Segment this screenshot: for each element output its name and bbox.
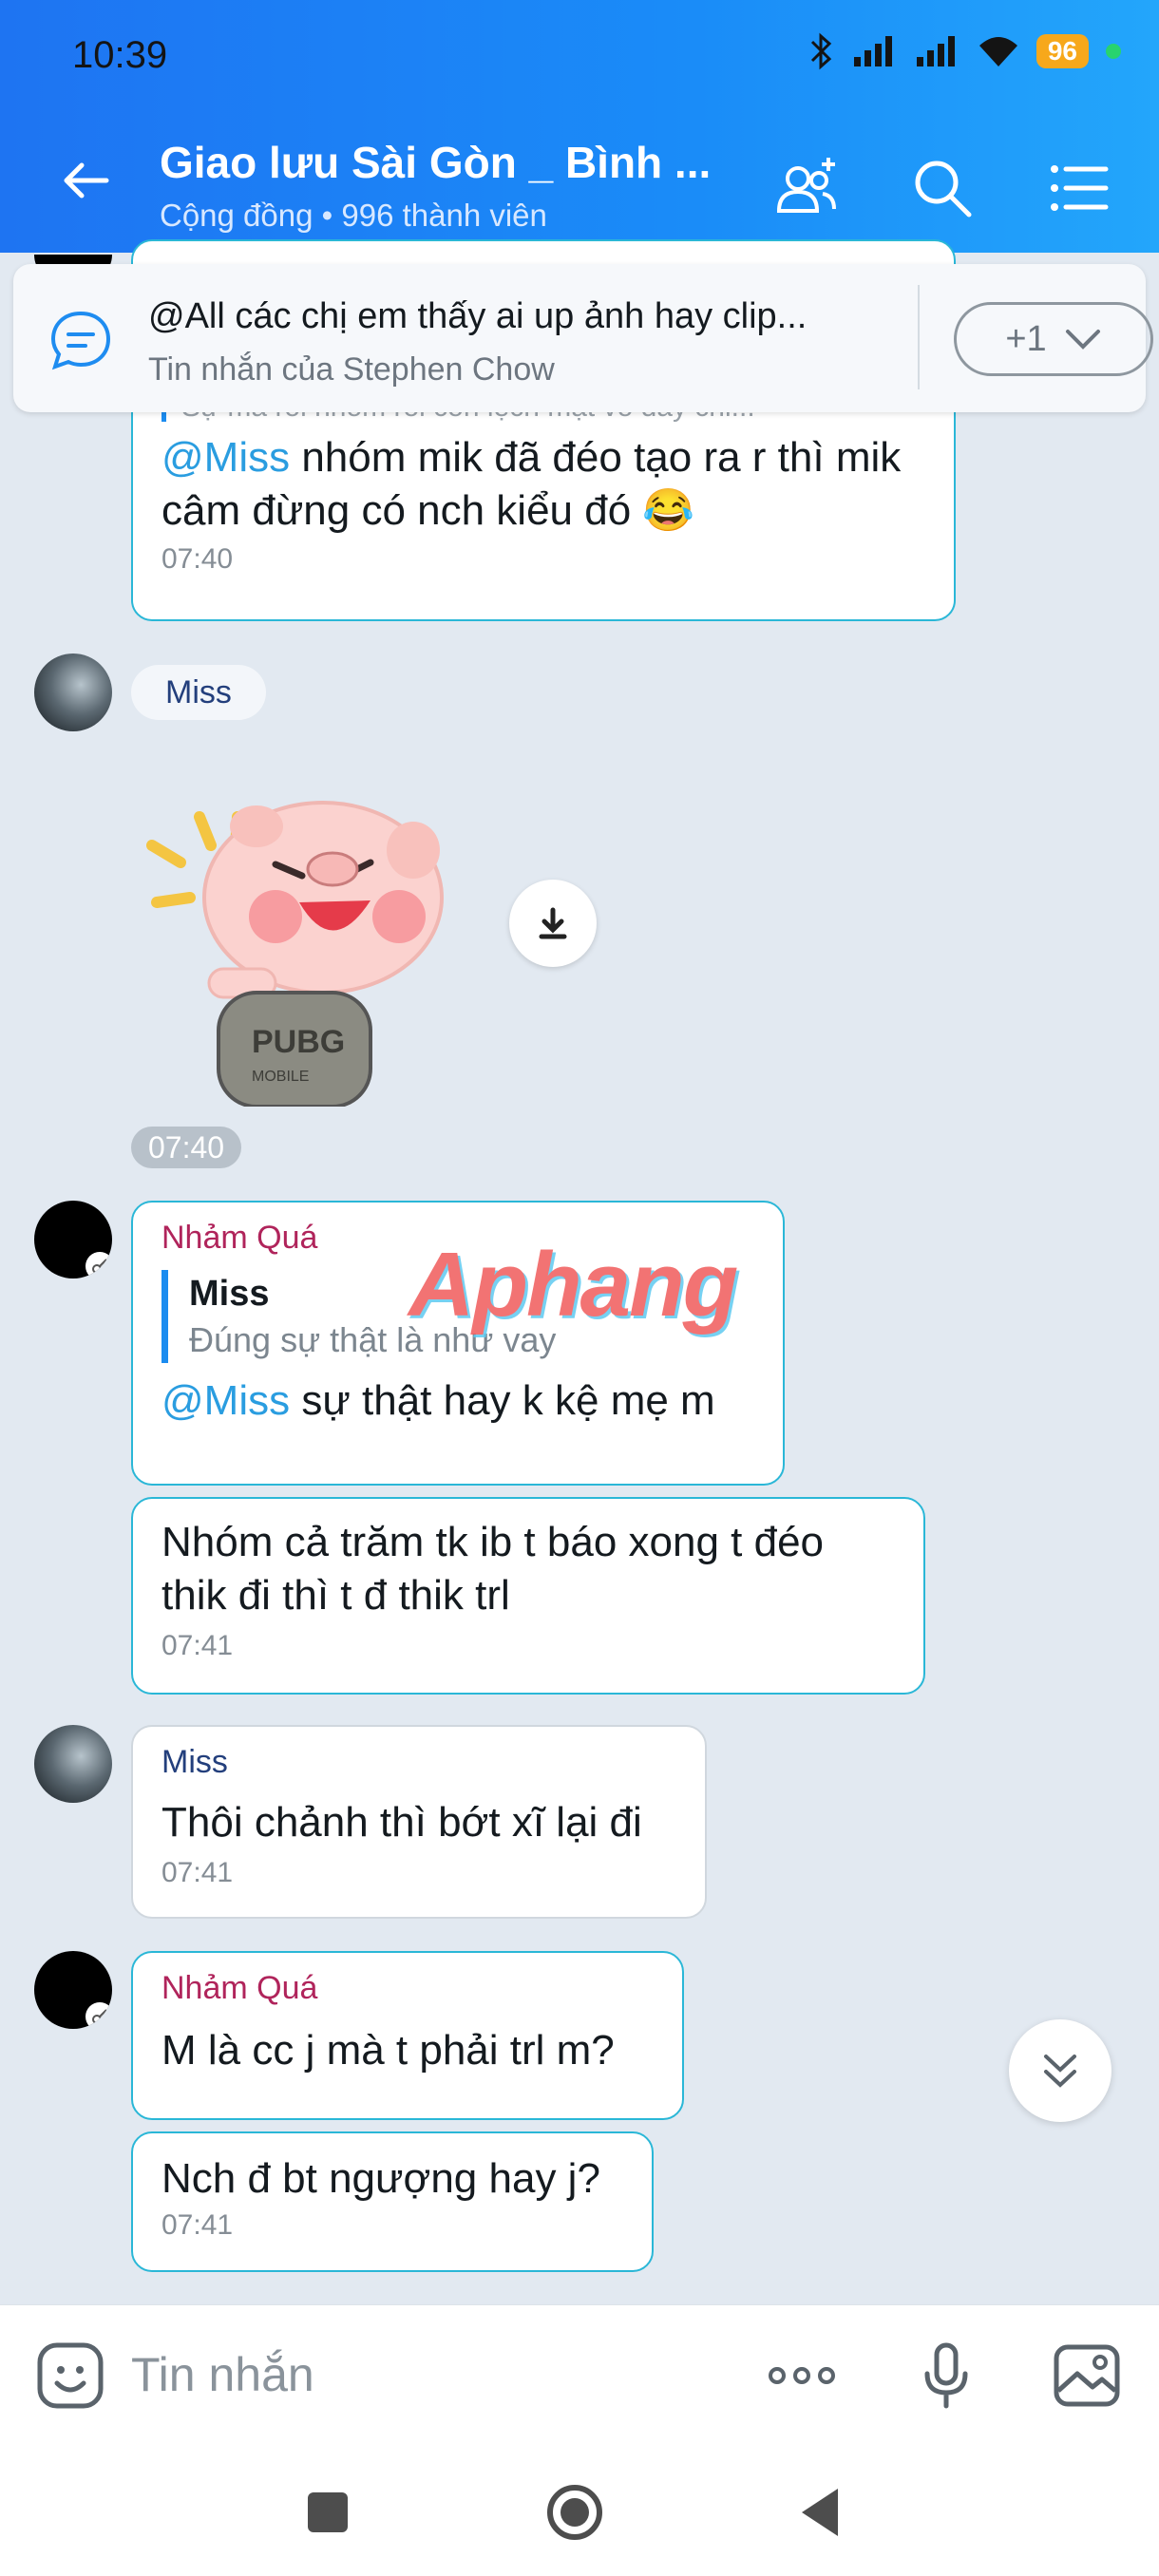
avatar-nham-qua[interactable] [34, 1951, 112, 2029]
double-chevron-down-icon [1044, 2055, 1076, 2088]
mention[interactable]: @Miss [162, 1377, 290, 1424]
group-subtitle: Cộng đồng • 996 thành viên [160, 198, 547, 233]
image-icon[interactable] [1051, 2339, 1123, 2412]
divider [918, 285, 920, 389]
more-icon[interactable] [766, 2339, 838, 2412]
message-bubble-4[interactable]: Miss Thôi chảnh thì bớt xĩ lại đi 07:41 [131, 1725, 707, 1919]
message-line-1: Nhóm cả trăm tk ib t báo xong t đéo [162, 1519, 825, 1565]
message-input[interactable]: Tin nhắn [131, 2347, 314, 2402]
mention[interactable]: @Miss [162, 434, 290, 481]
bluetooth-icon [810, 32, 832, 70]
menu-icon[interactable] [1043, 152, 1115, 224]
message-bubble-3[interactable]: Nhóm cả trăm tk ib t báo xong t đéo thik… [131, 1497, 925, 1695]
pig-sticker[interactable]: PUBG MOBILE [142, 788, 494, 1107]
signal-icon-2 [916, 36, 955, 66]
add-member-icon[interactable] [770, 152, 842, 224]
message-time: 07:41 [162, 1630, 234, 1661]
scroll-to-bottom-button[interactable] [1009, 2019, 1112, 2122]
home-icon[interactable] [542, 2479, 608, 2546]
pinned-count-button[interactable]: +1 [954, 302, 1153, 376]
battery-badge: 96 [1036, 34, 1089, 68]
message-text: @Miss sự thật hay k kệ mẹ m [162, 1374, 754, 1428]
status-time: 10:39 [72, 34, 168, 76]
sender-name-pill[interactable]: Miss [131, 665, 266, 720]
avatar-miss[interactable] [34, 1725, 112, 1803]
avatar-miss[interactable] [34, 653, 112, 731]
mic-icon[interactable] [910, 2339, 982, 2412]
back-nav-icon[interactable] [788, 2479, 855, 2546]
download-button[interactable] [509, 880, 597, 967]
message-bubble-5[interactable]: Nhảm Quá M là cc j mà t phải trl m? [131, 1951, 684, 2120]
group-title[interactable]: Giao lưu Sài Gòn _ Bình ... [160, 137, 711, 188]
message-bubble-6[interactable]: Nch đ bt ngượng hay j? 07:41 [131, 2131, 654, 2272]
pinned-sender: Tin nhắn của Stephen Chow [148, 351, 555, 388]
message-time: 07:41 [162, 1857, 234, 1888]
sticker-time: 07:40 [131, 1127, 242, 1168]
recents-icon[interactable] [294, 2479, 361, 2546]
pinned-text: @All các chị em thấy ai up ảnh hay clip.… [148, 296, 808, 336]
search-icon[interactable] [906, 152, 978, 224]
message-text: Nch đ bt ngượng hay j? [162, 2155, 600, 2202]
message-text: @Miss nhóm mik đã đéo tạo ra r thì mik c… [162, 431, 925, 538]
chevron-down-icon [1065, 330, 1100, 350]
pinned-count: +1 [1005, 318, 1047, 359]
watermark-logo: Aphang [408, 1234, 738, 1335]
sticker-icon[interactable] [34, 2339, 106, 2412]
sender-name[interactable]: Nhảm Quá [162, 1970, 654, 2007]
message-text: M là cc j mà t phải trl m? [162, 2027, 615, 2074]
message-input-bar: Tin nhắn [0, 2304, 1159, 2444]
message-body: sự thật hay k kệ mẹ m [290, 1377, 715, 1424]
key-badge-icon [86, 1252, 112, 1279]
avatar-nham-qua[interactable] [34, 1201, 112, 1279]
svg-text:MOBILE: MOBILE [252, 1069, 309, 1085]
status-icons: 96 [807, 32, 1121, 70]
key-badge-icon [86, 2002, 112, 2029]
sender-name[interactable]: Miss [162, 1744, 676, 1781]
message-text: Thôi chảnh thì bớt xĩ lại đi [162, 1799, 642, 1846]
signal-icon [853, 36, 892, 66]
message-line-2: thik đi thì t đ thik trl [162, 1572, 510, 1619]
chat-icon [50, 311, 111, 370]
laugh-emoji: 😂 [642, 487, 695, 534]
message-time: 07:40 [162, 543, 234, 575]
message-time: 07:41 [162, 2209, 234, 2241]
pinned-message-banner[interactable]: @All các chị em thấy ai up ảnh hay clip.… [13, 264, 1153, 412]
wifi-icon [978, 37, 1017, 66]
svg-text:PUBG: PUBG [252, 1024, 345, 1060]
header: 10:39 96 Giao lưu Sài Gòn _ Bình ... Cộn… [0, 0, 1159, 253]
download-icon [539, 907, 567, 939]
active-dot [1106, 44, 1121, 59]
back-arrow-icon[interactable] [57, 152, 114, 209]
system-nav-bar [0, 2443, 1159, 2576]
